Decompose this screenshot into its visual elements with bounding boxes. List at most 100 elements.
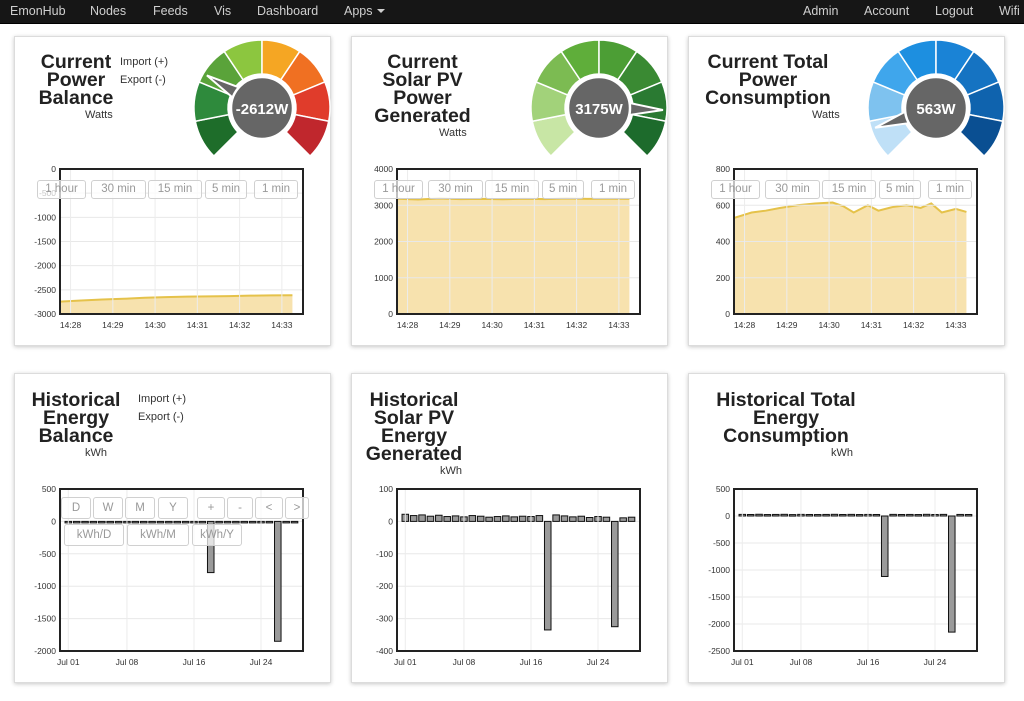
bar (443, 516, 451, 522)
consumption-gauge: 563W (867, 39, 1005, 158)
history-nav-button[interactable]: W (93, 497, 123, 519)
nav-apps[interactable]: Apps (344, 0, 385, 24)
y-tick-label: 2000 (374, 237, 393, 247)
y-tick-label: -2000 (708, 619, 730, 629)
time-range-button[interactable]: 5 min (205, 180, 247, 199)
x-tick-label: 14:30 (144, 320, 166, 330)
y-tick-label: 500 (716, 484, 730, 494)
time-range-button[interactable]: 1 min (591, 180, 635, 199)
history-nav-button[interactable]: < (255, 497, 283, 519)
bar (897, 513, 906, 517)
bar (426, 515, 435, 522)
history-nav-button[interactable]: Y (158, 497, 188, 519)
history-nav-button[interactable]: D (61, 497, 91, 519)
bar (746, 513, 755, 517)
bar (602, 516, 611, 522)
y-tick-label: -1500 (34, 614, 56, 624)
time-range-button[interactable]: 15 min (148, 180, 202, 199)
history-nav-button[interactable]: > (285, 497, 309, 519)
y-tick-label: -400 (376, 646, 393, 656)
panel-historical-consumption: Historical Total Energy Consumption kWh … (688, 373, 1005, 683)
bar (585, 517, 594, 522)
history-nav-button[interactable]: - (227, 497, 253, 519)
nav-vis[interactable]: Vis (214, 0, 231, 24)
y-tick-label: -2500 (708, 646, 730, 656)
bar (435, 514, 443, 522)
history-nav-button[interactable]: kWh/D (64, 524, 124, 546)
panel-title: Historical Energy Balance (18, 390, 134, 446)
area-fill (734, 202, 967, 314)
x-tick-label: Jul 16 (520, 657, 543, 667)
bar (418, 514, 426, 522)
time-range-button[interactable]: 1 hour (374, 180, 423, 199)
y-tick-label: -2500 (34, 285, 56, 295)
bar (518, 515, 527, 522)
y-tick-label: 200 (716, 273, 730, 283)
bar (822, 513, 830, 517)
x-tick-label: Jul 08 (453, 657, 476, 667)
x-tick-label: Jul 24 (924, 657, 947, 667)
nav-admin[interactable]: Admin (803, 0, 838, 24)
x-tick-label: Jul 01 (394, 657, 417, 667)
history-nav-button[interactable]: M (125, 497, 155, 519)
nav-nodes[interactable]: Nodes (90, 0, 126, 24)
time-range-button[interactable]: 30 min (428, 180, 483, 199)
y-tick-label: 400 (716, 237, 730, 247)
time-range-button[interactable]: 5 min (879, 180, 921, 199)
bar (451, 515, 460, 522)
bar (805, 513, 814, 517)
y-tick-label: 600 (716, 200, 730, 210)
nav-logout[interactable]: Logout (935, 0, 973, 24)
time-range-button[interactable]: 30 min (91, 180, 146, 199)
time-range-button[interactable]: 1 min (928, 180, 972, 199)
time-range-button[interactable]: 1 hour (37, 180, 86, 199)
x-tick-label: 14:30 (481, 320, 503, 330)
gauge-segment (531, 113, 577, 158)
x-tick-label: Jul 24 (587, 657, 610, 667)
history-nav-button[interactable]: kWh/M (127, 524, 189, 546)
gauge-value: 3175W (575, 101, 623, 118)
time-range-button[interactable]: 1 hour (711, 180, 760, 199)
nav-wifi[interactable]: Wifi (999, 0, 1020, 24)
x-tick-label: 14:33 (945, 320, 967, 330)
bar (627, 516, 636, 522)
gauge-segment (621, 113, 667, 158)
history-nav-button[interactable]: + (197, 497, 225, 519)
time-range-button[interactable]: 30 min (765, 180, 820, 199)
y-tick-label: 3000 (374, 200, 393, 210)
time-range-button[interactable]: 5 min (542, 180, 584, 199)
bar (889, 513, 897, 517)
panel-title: Historical Solar PV Energy Generated (355, 390, 473, 464)
history-nav-button[interactable]: kWh/Y (192, 524, 242, 546)
nav-emonhub[interactable]: EmonHub (10, 0, 66, 24)
power-balance-gauge: -2612W (193, 39, 331, 158)
panel-current-consumption: Current Total Power Consumption Watts 56… (688, 36, 1005, 346)
title-line: Consumption (723, 425, 849, 447)
x-tick-label: Jul 01 (57, 657, 80, 667)
area-fill (397, 198, 630, 314)
gauge-segment (194, 113, 240, 158)
y-tick-label: 100 (379, 484, 393, 494)
bar (165, 520, 173, 524)
time-range-button[interactable]: 15 min (485, 180, 539, 199)
bar (81, 520, 89, 524)
bar (148, 520, 156, 524)
x-tick-label: Jul 16 (857, 657, 880, 667)
bar (569, 516, 577, 522)
bar (839, 513, 847, 517)
panel-title: Current Power Balance (18, 52, 134, 108)
bar (232, 520, 240, 524)
time-range-button[interactable]: 15 min (822, 180, 876, 199)
bar (131, 520, 140, 524)
bar (139, 520, 148, 524)
x-tick-label: Jul 01 (731, 657, 754, 667)
nav-feeds[interactable]: Feeds (153, 0, 188, 24)
bar (948, 515, 956, 633)
nav-account[interactable]: Account (864, 0, 909, 24)
unit-label: Watts (85, 109, 113, 121)
nav-dashboard[interactable]: Dashboard (257, 0, 318, 24)
time-range-button[interactable]: 1 min (254, 180, 298, 199)
y-tick-label: -200 (376, 581, 393, 591)
bar (619, 517, 627, 522)
x-tick-label: 14:32 (566, 320, 588, 330)
